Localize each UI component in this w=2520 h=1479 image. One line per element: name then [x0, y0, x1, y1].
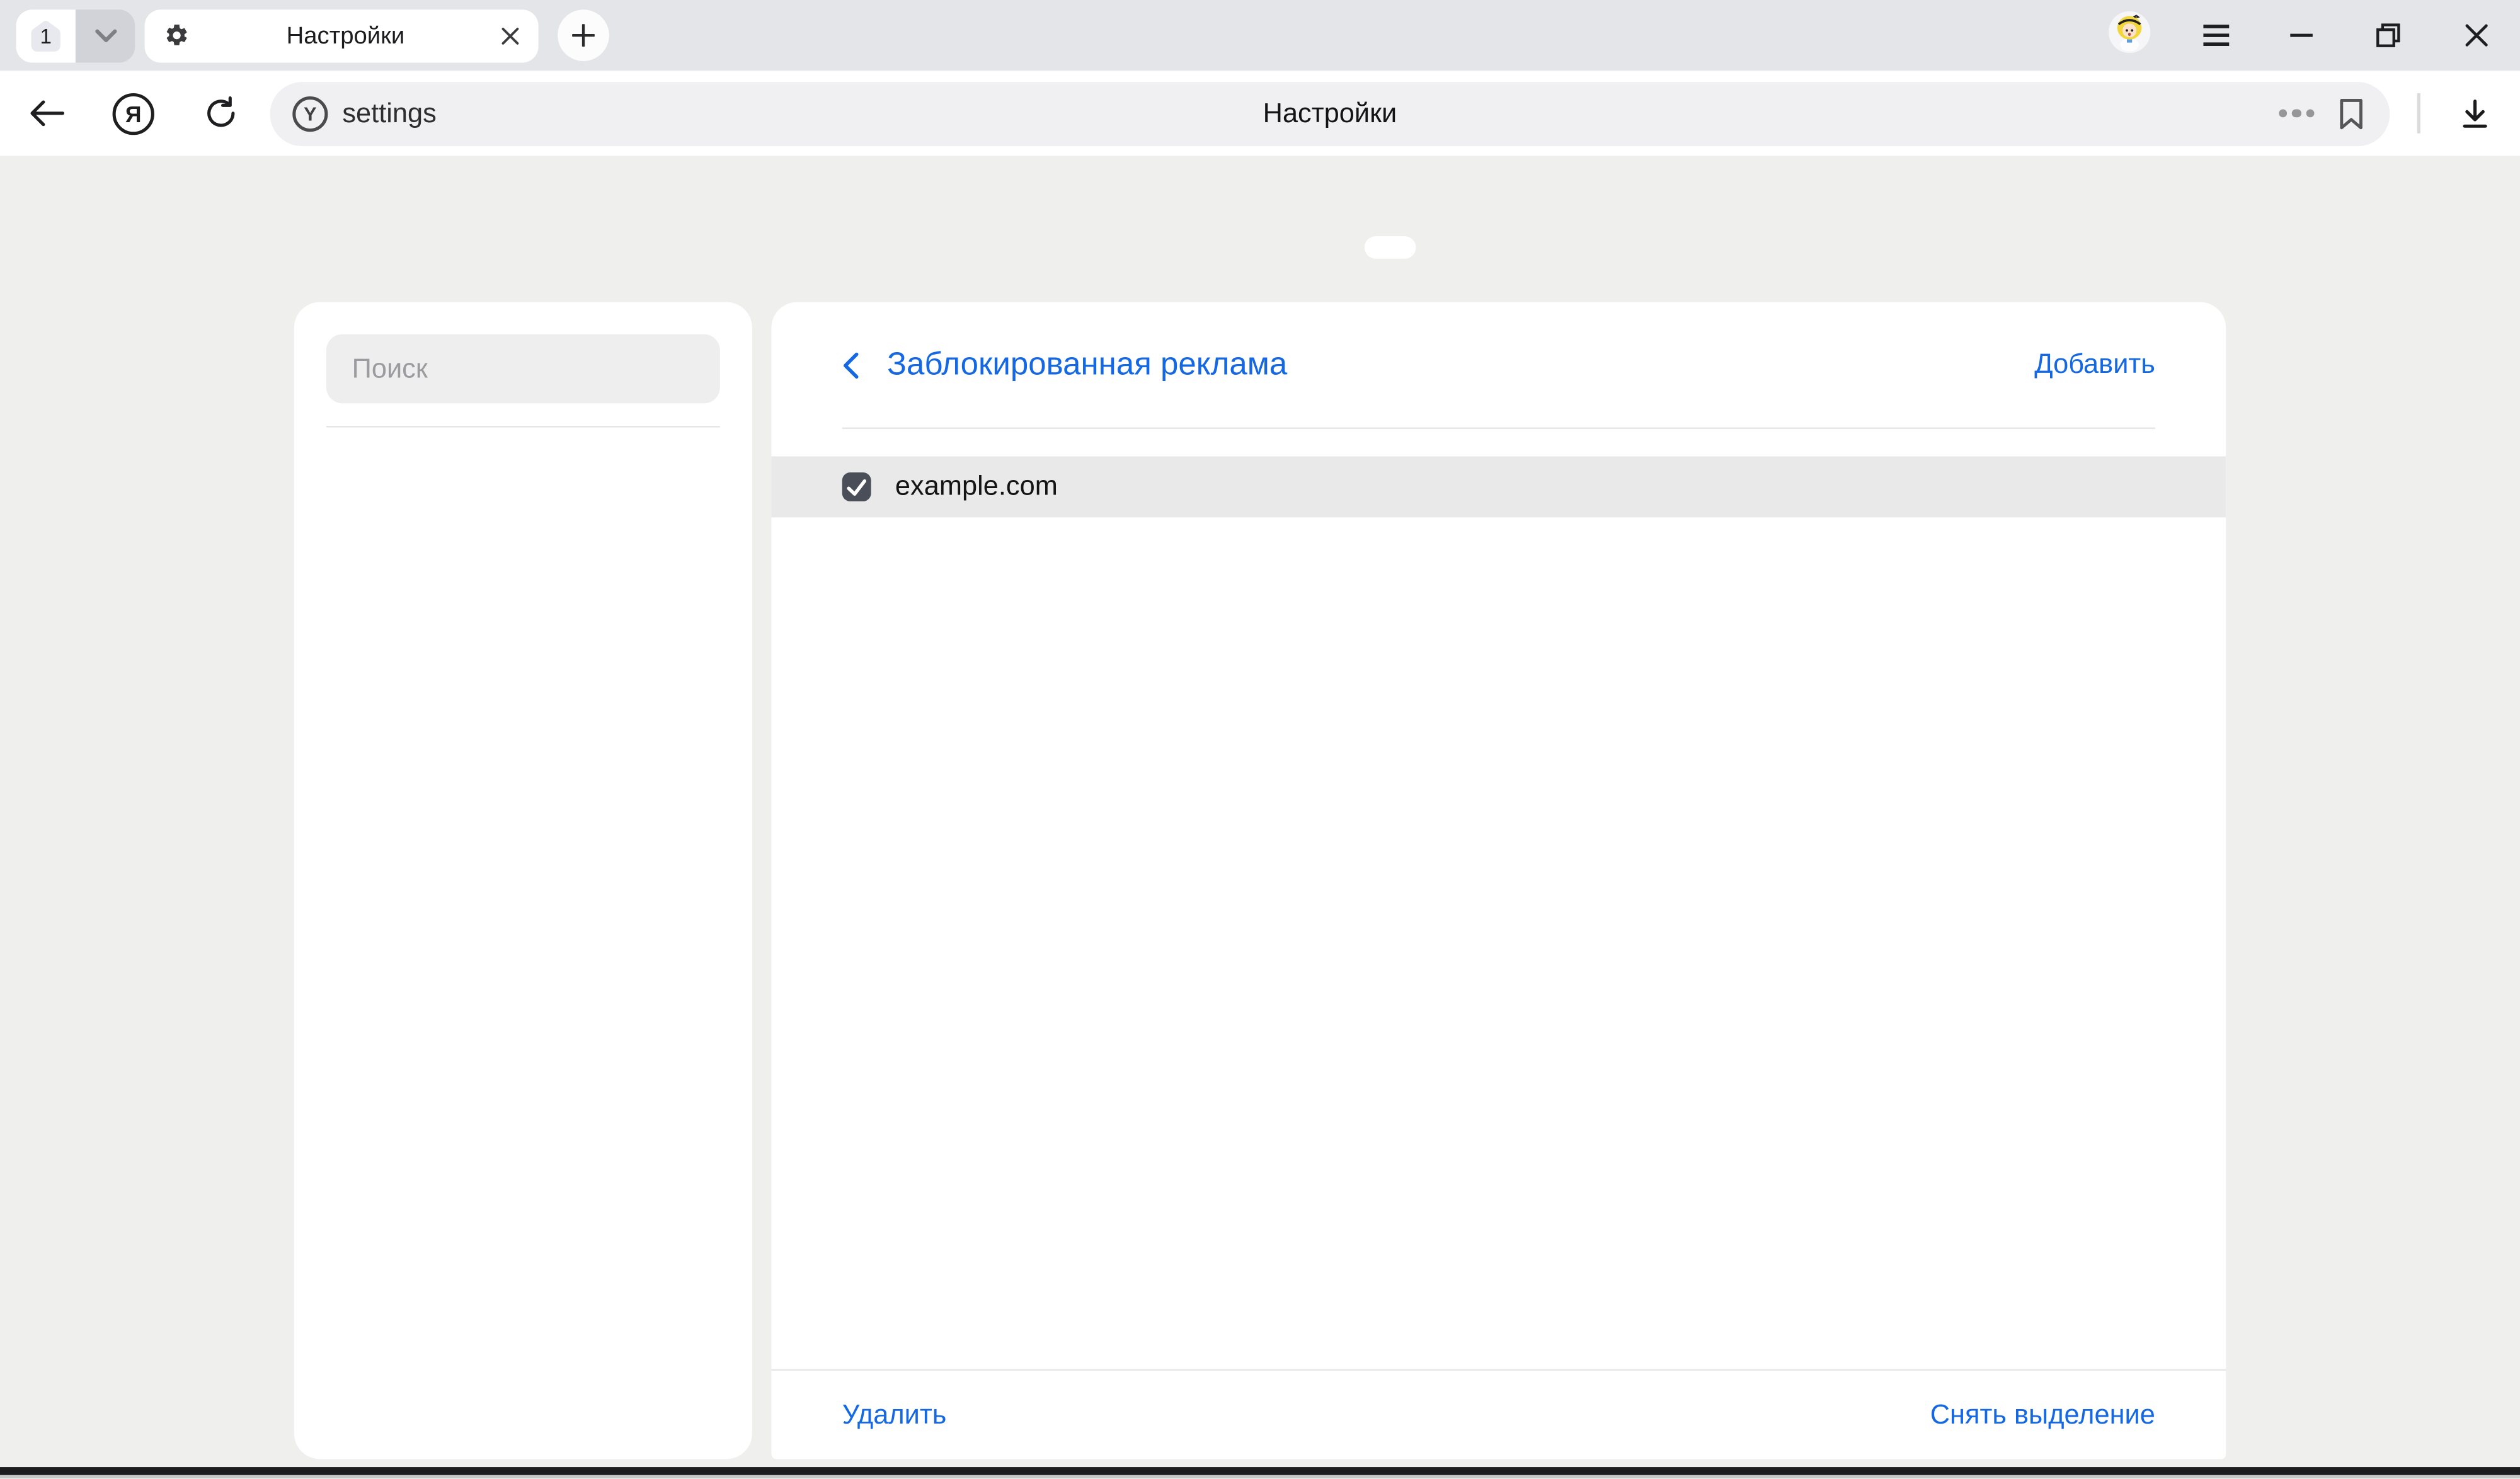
chevron-down-icon [94, 28, 117, 43]
tab-counter-button[interactable]: 1 [16, 9, 76, 62]
hamburger-menu-icon [2202, 24, 2231, 47]
browser-menu-button[interactable] [2197, 0, 2235, 71]
window-restore-button[interactable] [2369, 0, 2407, 71]
reload-button[interactable] [198, 71, 243, 156]
address-more-button[interactable] [2278, 109, 2314, 118]
window-minimize-button[interactable] [2282, 0, 2320, 71]
sidebar-item-sites[interactable] [294, 646, 752, 711]
restore-icon [2375, 23, 2401, 49]
minimize-icon [2290, 32, 2313, 38]
window-close-button[interactable] [2458, 0, 2496, 71]
yandex-logo-button[interactable]: Я [111, 71, 156, 156]
toolbar-divider [2417, 93, 2420, 134]
download-icon [2459, 97, 2491, 129]
back-button[interactable] [24, 71, 69, 156]
address-text[interactable]: settings [342, 97, 436, 129]
tab-list-dropdown-button[interactable] [76, 9, 135, 62]
sidebar-item-general[interactable] [294, 453, 752, 517]
tab-bar: 1 Настройки [0, 0, 2520, 71]
sidebar-item-tools[interactable] [294, 581, 752, 646]
settings-nav-tabs [0, 220, 2520, 273]
tab-group-control: 1 [16, 9, 135, 62]
blocked-ads-panel: Заблокированная реклама Добавить example… [771, 302, 2226, 1459]
sidebar-item-interface[interactable] [294, 517, 752, 581]
row-checkbox[interactable] [842, 472, 871, 501]
address-page-title: Настройки [270, 97, 2390, 129]
nav-tab-settings[interactable] [1365, 236, 1416, 258]
profile-avatar[interactable] [2109, 11, 2150, 52]
search-input[interactable] [326, 334, 720, 404]
browser-toolbar: Я Y settings Настройки [0, 71, 2520, 156]
reload-icon [203, 96, 238, 130]
browser-window: 1 Настройки [0, 0, 2520, 1479]
chevron-left-icon [842, 351, 860, 378]
sidebar-divider [326, 426, 720, 428]
delete-button[interactable]: Удалить [842, 1399, 947, 1431]
close-icon [2465, 24, 2488, 47]
new-tab-button[interactable] [558, 9, 609, 61]
tab-title: Настройки [190, 21, 501, 49]
blocked-site-row[interactable]: example.com [771, 456, 2226, 517]
bookmark-button[interactable] [2339, 97, 2364, 129]
settings-sidebar [294, 302, 752, 1459]
tab-close-icon[interactable] [501, 26, 519, 44]
window-bottom-shadow [0, 1475, 2520, 1479]
back-arrow-icon [27, 100, 66, 127]
downloads-button[interactable] [2449, 71, 2501, 156]
tab-counter-badge: 1 [27, 17, 64, 54]
panel-footer: Удалить Снять выделение [771, 1369, 2226, 1459]
sidebar-items [294, 453, 752, 774]
address-bar[interactable]: Y settings Настройки [270, 81, 2390, 146]
gear-icon [164, 23, 190, 49]
yandex-logo-icon: Я [113, 93, 154, 134]
window-bottom-edge [0, 1467, 2520, 1475]
tab-count: 1 [27, 17, 64, 54]
add-button[interactable]: Добавить [2034, 349, 2155, 381]
avatar-image [2109, 11, 2150, 52]
deselect-button[interactable]: Снять выделение [1930, 1399, 2155, 1431]
blocked-sites-list: example.com [771, 456, 2226, 517]
sidebar-item-system[interactable] [294, 711, 752, 775]
browser-tab-settings[interactable]: Настройки [145, 9, 539, 62]
blocked-site-label: example.com [895, 471, 1058, 503]
panel-header: Заблокированная реклама Добавить [771, 302, 2226, 428]
plus-icon [572, 24, 595, 47]
panel-header-divider [842, 428, 2155, 430]
bookmark-icon [2339, 97, 2364, 129]
checkmark-icon [845, 476, 868, 497]
panel-back-button[interactable] [842, 351, 860, 378]
panel-title: Заблокированная реклама [887, 346, 1287, 384]
